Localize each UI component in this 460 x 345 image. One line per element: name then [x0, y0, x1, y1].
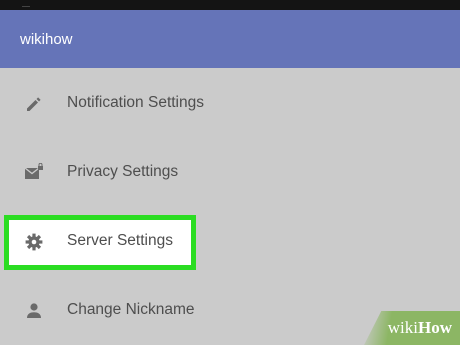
menu-item-label: Privacy Settings [67, 163, 179, 180]
menu-item-privacy-settings[interactable]: Privacy Settings [0, 142, 460, 204]
menu-item-notification-settings[interactable]: Notification Settings [0, 73, 460, 135]
status-indicator [22, 3, 30, 7]
menu-item-server-settings[interactable]: Server Settings [0, 211, 460, 273]
app-screen: wikihow Notification Settings Privacy Se… [0, 0, 460, 345]
app-header: wikihow [0, 10, 460, 68]
menu-item-label: Notification Settings [67, 94, 204, 111]
envelope-lock-icon [24, 162, 44, 183]
pencil-icon [24, 94, 44, 114]
person-icon [24, 301, 44, 321]
wikihow-logo: wikiHow [387, 318, 452, 337]
menu-item-label: Change Nickname [67, 301, 195, 318]
gear-icon [24, 232, 44, 252]
status-bar [0, 0, 460, 10]
header-title: wikihow [20, 31, 73, 48]
menu-item-label: Server Settings [67, 232, 173, 249]
